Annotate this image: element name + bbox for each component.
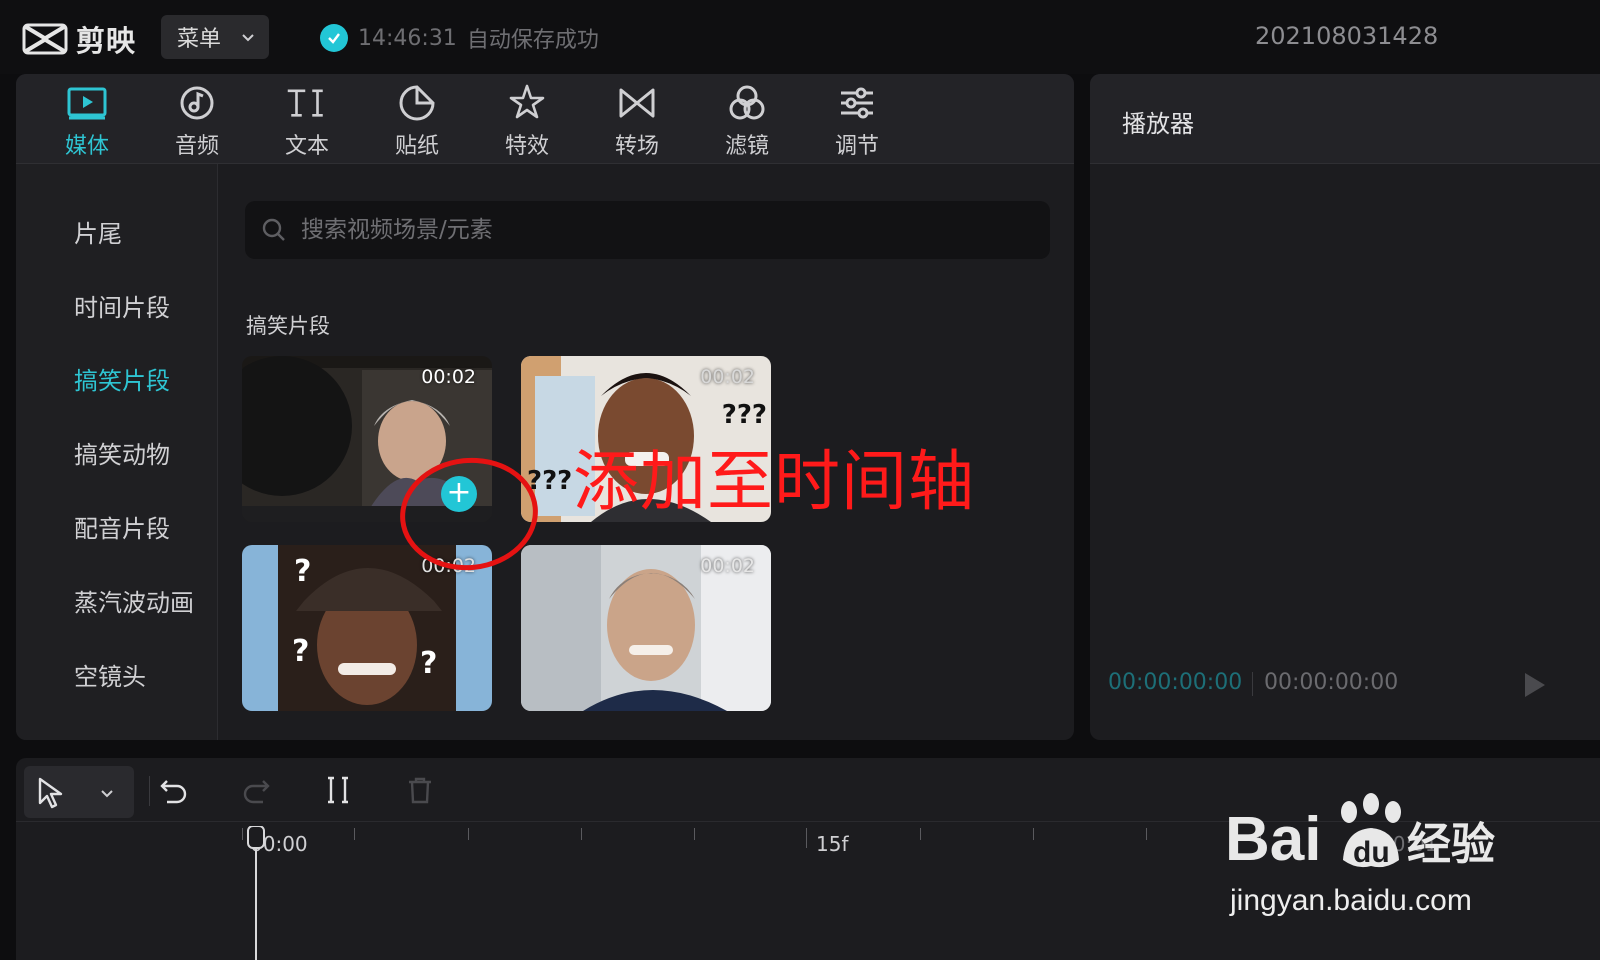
svg-text:Bai: Bai: [1225, 805, 1321, 874]
player-header: 播放器: [1090, 74, 1600, 164]
clip-mark-right: ???: [721, 400, 767, 430]
delete-button[interactable]: [402, 772, 438, 808]
save-status: 14:46:31 自动保存成功: [320, 22, 599, 54]
category-item[interactable]: 搞笑动物: [74, 435, 170, 470]
play-icon[interactable]: [1522, 670, 1548, 700]
toolbar-divider: [149, 776, 150, 806]
clip-card[interactable]: 00:02: [521, 545, 771, 711]
category-item[interactable]: 空镜头: [74, 657, 146, 692]
tab-label: 媒体: [64, 134, 109, 159]
split-icon: [328, 776, 348, 804]
capcut-logo-icon: [22, 23, 68, 55]
project-name: 202108031428: [1255, 22, 1439, 50]
effects-icon: [506, 82, 548, 124]
ruler-tick: [1146, 828, 1147, 840]
select-tool-button[interactable]: [24, 766, 134, 818]
current-timecode: 00:00:00:00: [1108, 670, 1243, 695]
tab-transition[interactable]: 转场: [592, 82, 682, 162]
media-panel: 媒体 音频 文本 贴纸 特效 转场 滤镜 调节 片尾 时间片段 搞笑片段 搞笑动…: [16, 74, 1074, 740]
tab-text[interactable]: 文本: [262, 82, 352, 162]
tab-effects[interactable]: 特效: [482, 82, 572, 162]
check-icon: [320, 24, 348, 52]
clip-mark-left: ???: [527, 466, 573, 496]
clip-duration: 00:02: [700, 366, 755, 388]
total-timecode: 00:00:00:00: [1264, 670, 1399, 695]
ruler-label: 15f: [816, 832, 849, 856]
tab-label: 贴纸: [394, 134, 439, 159]
clip-duration: 00:02: [700, 555, 755, 577]
ruler-tick: [806, 828, 807, 848]
svg-text:?: ?: [292, 634, 309, 669]
split-button[interactable]: [320, 772, 356, 808]
category-item[interactable]: 配音片段: [74, 509, 170, 544]
ruler-tick: [242, 828, 243, 840]
trash-icon: [409, 777, 431, 804]
section-title: 搞笑片段: [246, 314, 330, 338]
annotation-text: 添加至时间轴: [573, 443, 975, 520]
media-icon: [66, 82, 108, 124]
ruler-tick: [581, 828, 582, 840]
tab-label: 特效: [504, 134, 549, 159]
tab-media[interactable]: 媒体: [42, 82, 132, 162]
save-time: 14:46:31: [358, 25, 457, 51]
filter-icon: [726, 82, 768, 124]
top-bar: 剪映 菜单 14:46:31 自动保存成功 202108031428: [0, 0, 1600, 74]
cursor-icon: [38, 777, 63, 809]
app-name: 剪映: [76, 24, 137, 58]
player-panel: 播放器 00:00:00:00 00:00:00:00: [1090, 74, 1600, 740]
tab-label: 调节: [834, 134, 879, 159]
transition-icon: [616, 82, 658, 124]
clip-card[interactable]: ? ? ? 00:02: [242, 545, 492, 711]
category-item-active[interactable]: 搞笑片段: [74, 361, 170, 396]
adjust-icon: [836, 82, 878, 124]
ruler-tick: [920, 828, 921, 840]
audio-icon: [176, 82, 218, 124]
search-icon: [262, 218, 285, 241]
chevron-down-icon: [242, 34, 254, 42]
svg-text:?: ?: [420, 646, 437, 681]
timecode-divider: [1252, 672, 1253, 696]
search-input[interactable]: [301, 217, 1021, 243]
svg-text:du: du: [1353, 836, 1390, 869]
tab-label: 文本: [284, 134, 329, 159]
undo-button[interactable]: [156, 772, 192, 808]
ruler-tick: [354, 828, 355, 840]
text-icon: [286, 82, 328, 124]
app-logo: 剪映: [22, 18, 136, 60]
redo-icon: [243, 780, 270, 804]
tab-bar: 媒体 音频 文本 贴纸 特效 转场 滤镜 调节: [16, 74, 1074, 164]
category-item[interactable]: 蒸汽波动画: [74, 583, 194, 618]
tab-label: 滤镜: [724, 134, 769, 159]
sticker-icon: [396, 82, 438, 124]
watermark-brand-suffix: 经验: [1407, 819, 1495, 870]
search-bar[interactable]: [245, 201, 1050, 259]
playhead-handle[interactable]: [246, 826, 266, 960]
chevron-down-icon: [101, 790, 113, 798]
category-list: 片尾 时间片段 搞笑片段 搞笑动物 配音片段 蒸汽波动画 空镜头: [16, 164, 218, 740]
redo-button[interactable]: [238, 772, 274, 808]
menu-button[interactable]: 菜单: [161, 15, 269, 59]
clip-duration: 00:02: [421, 366, 476, 388]
watermark-url: jingyan.baidu.com: [1230, 884, 1472, 917]
save-text: 自动保存成功: [466, 28, 599, 53]
category-item[interactable]: 片尾: [74, 214, 122, 249]
tab-label: 音频: [174, 134, 219, 159]
tab-filter[interactable]: 滤镜: [702, 82, 792, 162]
player-title: 播放器: [1122, 110, 1194, 138]
tab-adjust[interactable]: 调节: [812, 82, 902, 162]
undo-icon: [160, 780, 187, 804]
tab-label: 转场: [614, 134, 659, 159]
svg-text:?: ?: [294, 554, 311, 589]
tab-sticker[interactable]: 贴纸: [372, 82, 462, 162]
tab-audio[interactable]: 音频: [152, 82, 242, 162]
category-item[interactable]: 时间片段: [74, 288, 170, 323]
ruler-tick: [694, 828, 695, 840]
ruler-tick: [468, 828, 469, 840]
ruler-tick: [1033, 828, 1034, 840]
menu-label: 菜单: [177, 27, 222, 52]
